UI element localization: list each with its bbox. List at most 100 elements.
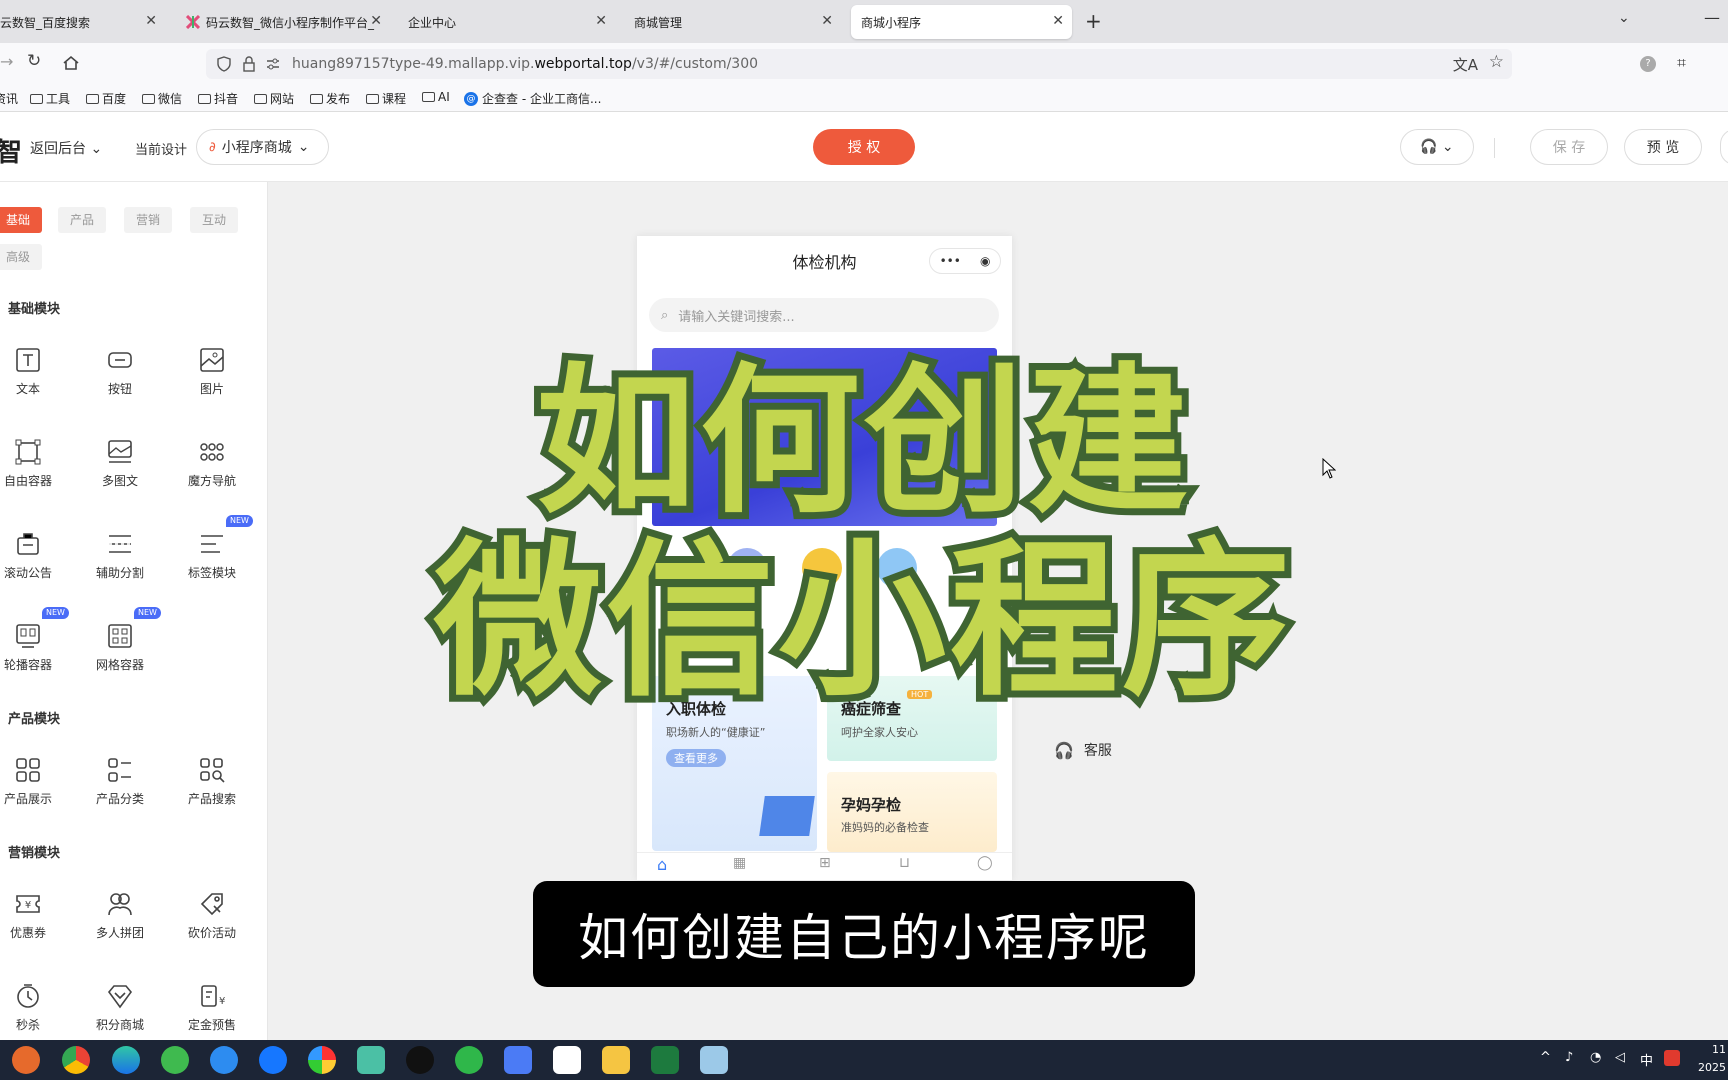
component-group-buy[interactable]: 多人拼团 [80,890,160,941]
view-more-button[interactable]: 查看更多 [666,749,726,767]
wechat-icon[interactable] [455,1046,483,1074]
edge-icon[interactable] [112,1046,140,1074]
bookmark-publish[interactable]: 发布 [310,90,350,107]
browser-360-icon[interactable] [161,1046,189,1074]
tab-list-chevron-icon[interactable]: ⌄ [1618,10,1630,26]
component-coupon[interactable]: ¥ 优惠券 [0,890,68,941]
file-explorer-icon[interactable] [602,1046,630,1074]
bookmark-ai[interactable]: AI [422,90,450,104]
bookmark-sites[interactable]: 网站 [254,90,294,107]
home-icon[interactable] [62,54,80,72]
address-bar[interactable]: huang897157type-49.mallapp.vip.webportal… [206,49,1512,79]
overlay-title-line1: 如何创建 [529,345,1195,539]
qichacha-icon: @ [464,91,478,106]
bookmark-tools[interactable]: 工具 [30,90,70,107]
input-language-indicator[interactable]: 中 [1640,1050,1653,1069]
miniapp-capsule[interactable]: ••• ◉ [929,248,1001,274]
component-points-mall[interactable]: 积分商城 [80,982,160,1033]
customer-service-item[interactable]: 🎧 客服 [1054,740,1112,760]
shield-icon[interactable] [216,56,232,72]
search-placeholder: 请输入关键词搜索... [678,309,795,325]
close-icon[interactable]: ✕ [370,13,382,29]
folder-icon [310,93,323,104]
tab-mall-manage[interactable]: 商城管理 ✕ [624,5,841,39]
star-icon[interactable]: ☆ [1489,52,1504,72]
tab-mall-miniapp[interactable]: 商城小程序 ✕ [851,5,1072,39]
volume-icon[interactable]: ◁ [1615,1050,1625,1065]
firefox-icon[interactable] [12,1046,40,1074]
home-icon[interactable]: ⌂ [657,855,667,874]
bookmark-courses[interactable]: 课程 [366,90,406,107]
tab-advanced[interactable]: 高级 [0,244,43,270]
tab-interaction[interactable]: 互动 [190,207,239,233]
pen-app-icon[interactable] [504,1046,532,1074]
color-app-icon[interactable] [308,1046,336,1074]
lock-icon[interactable] [242,56,256,72]
extension-icon[interactable]: ? [1640,56,1656,72]
translate-icon[interactable]: 文A [1453,54,1478,75]
phone-tabbar: ⌂ ▦ ⊞ ⊔ ◯ [637,852,1012,880]
tab-baidu[interactable]: 云数智_百度搜索 ✕ [0,5,165,39]
gift-icon[interactable]: ⊞ [819,855,831,871]
section-title-marketing: 营销模块 [8,846,61,861]
header-divider [1494,138,1495,158]
qq-browser-icon[interactable] [259,1046,287,1074]
new-tab-button[interactable]: + [1085,9,1102,33]
bookmark-news[interactable]: 资讯 [0,90,18,107]
cart-icon[interactable]: ⊔ [899,855,910,871]
site-settings-icon[interactable] [266,57,280,71]
minimize-icon[interactable]: — [1704,8,1720,27]
product-search-icon [200,758,225,783]
preview-button[interactable]: 预 览 [1624,129,1702,165]
component-flash-sale[interactable]: 秒杀 [0,982,68,1033]
jianying-icon[interactable] [553,1046,581,1074]
qq-icon[interactable] [406,1046,434,1074]
product-category-icon [108,758,131,782]
folder-icon [254,93,267,104]
bookmark-qichacha[interactable]: @ 企查查 - 企业工商信... [464,90,601,107]
design-select[interactable]: ∂ 小程序商城 ⌄ [196,129,329,165]
tab-basic[interactable]: 基础 [0,207,43,233]
component-product-category[interactable]: 产品分类 [80,756,160,807]
user-icon[interactable]: ◯ [977,855,993,871]
save-button[interactable]: 保 存 [1530,129,1608,165]
support-dropdown[interactable]: 🎧 ⌄ [1400,129,1474,165]
network-icon[interactable]: ◔ [1590,1050,1601,1065]
card-pregnancy-exam[interactable]: 孕妈孕检 准妈妈的必备检查 [827,772,997,852]
more-button[interactable] [1720,129,1728,165]
windows-taskbar: ^ ♪ ◔ ◁ 中 11 2025 [0,1040,1728,1080]
excel-icon[interactable] [651,1046,679,1074]
close-icon[interactable]: ✕ [821,13,833,29]
phone-search-bar[interactable]: ⌕ 请输入关键词搜索... [649,298,999,332]
video-subtitle: 如何创建自己的小程序呢 [533,881,1195,987]
bookmark-wechat[interactable]: 微信 [142,90,182,107]
component-product-search[interactable]: 产品搜索 [172,756,252,807]
clock-date[interactable]: 2025 [1698,1061,1726,1074]
back-to-admin-button[interactable]: 返回后台 ⌄ [30,138,102,158]
notepad-icon[interactable] [700,1046,728,1074]
sogou-icon[interactable] [210,1046,238,1074]
chrome-icon[interactable] [62,1046,90,1074]
sogou-ime-icon[interactable] [1664,1050,1680,1066]
component-bargain[interactable]: 砍价活动 [172,890,252,941]
crop-icon[interactable]: ⌗ [1677,53,1686,73]
bookmark-douyin[interactable]: 抖音 [198,90,238,107]
authorize-button[interactable]: 授 权 [813,129,915,165]
tab-product[interactable]: 产品 [58,207,107,233]
tab-platform[interactable]: 码云数智_微信小程序制作平台_ ✕ [176,5,390,39]
category-icon[interactable]: ▦ [733,855,746,871]
close-icon[interactable]: ✕ [1052,13,1064,29]
close-icon[interactable]: ✕ [145,13,157,29]
microphone-icon[interactable]: ♪ [1565,1050,1573,1065]
close-icon[interactable]: ✕ [595,13,607,29]
reload-icon[interactable]: ↻ [27,51,41,71]
tray-chevron-icon[interactable]: ^ [1540,1050,1551,1065]
forward-icon[interactable]: → [0,52,13,71]
component-presale[interactable]: ¥ 定金预售 [172,982,252,1033]
tab-marketing[interactable]: 营销 [124,207,173,233]
gear-app-icon[interactable] [357,1046,385,1074]
tab-enterprise[interactable]: 企业中心 ✕ [398,5,615,39]
clock-time[interactable]: 11 [1712,1043,1726,1056]
component-product-show[interactable]: 产品展示 [0,756,68,807]
bookmark-baidu[interactable]: 百度 [86,90,126,107]
